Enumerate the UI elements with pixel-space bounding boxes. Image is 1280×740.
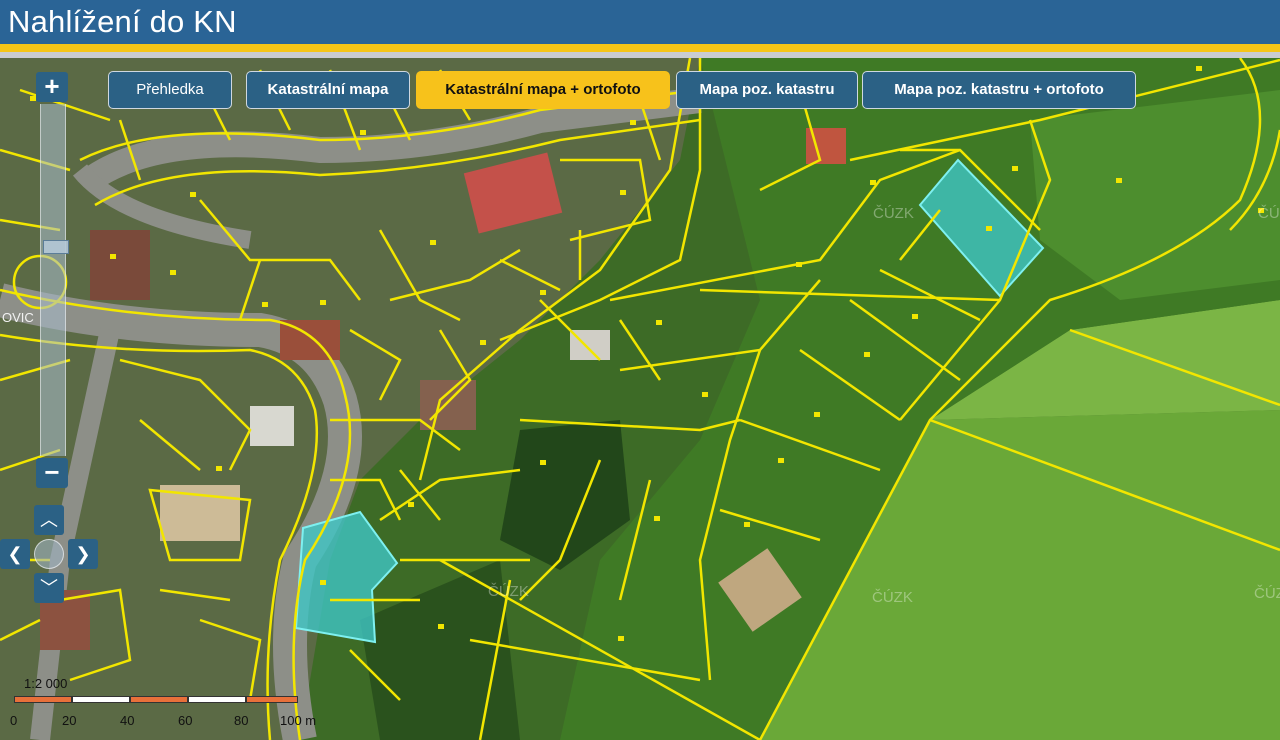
place-name-fragment: OVIC (2, 310, 34, 325)
scale-label-0: 0 (10, 713, 18, 728)
tab-mapa-poz-katastru-ortofoto[interactable]: Mapa poz. katastru + ortofoto (862, 71, 1136, 109)
scale-bar: 1:2 000 0 20 40 60 80 100 m (10, 676, 330, 736)
scale-label-60: 60 (178, 713, 193, 728)
arrow-right-icon: ❯ (75, 544, 91, 564)
zoom-slider-handle[interactable] (43, 240, 69, 254)
scale-segment-1 (14, 696, 72, 703)
pan-right-button[interactable]: ❯ (68, 539, 98, 569)
watermark-3: ČÚZK (488, 583, 529, 600)
scale-label-40: 40 (120, 713, 135, 728)
scale-segment-5 (246, 696, 298, 703)
pan-up-button[interactable]: ︿ (34, 505, 64, 535)
tab-prehledka[interactable]: Přehledka (108, 71, 232, 109)
tab-mapa-poz-katastru[interactable]: Mapa poz. katastru (676, 71, 858, 109)
pan-center-button[interactable] (34, 539, 64, 569)
page-title: Nahlížení do KN (8, 4, 237, 39)
zoom-slider-track[interactable] (40, 104, 69, 456)
watermark-4: ČÚZK (872, 589, 913, 606)
pan-left-button[interactable]: ❮ (0, 539, 30, 569)
watermark-1: ČÚZK (873, 205, 914, 222)
scale-label-100m: 100 m (280, 713, 317, 728)
header-stripe-yellow (0, 44, 1280, 52)
pan-control: ︿ ❮ ❯ ﹀ (0, 505, 100, 605)
scale-label-80: 80 (234, 713, 249, 728)
watermark-5: ČÚZK (1254, 585, 1280, 602)
building-roof-4 (420, 380, 476, 430)
arrow-down-icon: ﹀ (40, 578, 58, 598)
building-roof-5 (90, 230, 150, 300)
building-white (250, 406, 294, 446)
tab-katastralni-mapa-ortofoto[interactable]: Katastrální mapa + ortofoto (416, 71, 670, 109)
tab-katastralni-mapa[interactable]: Katastrální mapa (246, 71, 410, 109)
scale-label-20: 20 (62, 713, 77, 728)
scale-ratio: 1:2 000 (24, 676, 68, 691)
app-header: Nahlížení do KN (0, 0, 1280, 44)
watermark-2: ČÚZK (1258, 205, 1280, 222)
map-canvas[interactable]: ČÚZK ČÚZK ČÚZK ČÚZK ČÚZK OVIC (0, 58, 1280, 740)
scale-segment-3 (130, 696, 188, 703)
plus-icon: + (44, 71, 60, 101)
arrow-up-icon: ︿ (40, 510, 58, 530)
zoom-in-button[interactable]: + (36, 72, 68, 102)
zoom-out-button[interactable]: − (36, 458, 68, 488)
cadastral-map[interactable]: ČÚZK ČÚZK ČÚZK ČÚZK ČÚZK OVIC (0, 58, 1280, 740)
pan-down-button[interactable]: ﹀ (34, 573, 64, 603)
minus-icon: − (44, 457, 60, 487)
zoom-control: + − (36, 72, 69, 488)
scale-segment-4 (188, 696, 246, 703)
arrow-left-icon: ❮ (7, 544, 23, 564)
scale-segment-2 (72, 696, 130, 703)
